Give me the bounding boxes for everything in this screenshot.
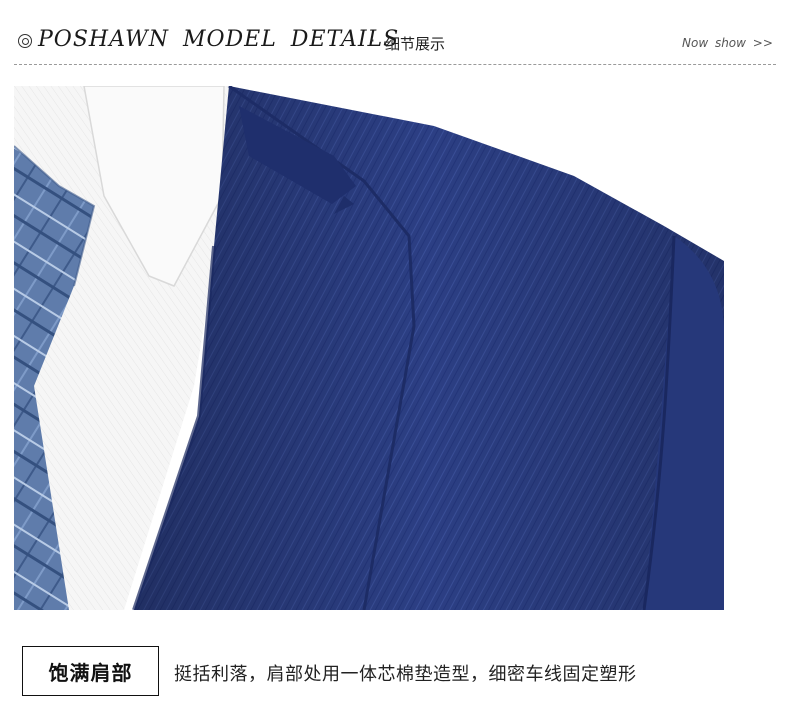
section-header: POSHAWN MODEL DETAILS · 细节展示 Now show >> xyxy=(0,0,790,70)
section-subtitle: 细节展示 xyxy=(385,35,446,53)
suit-shoulder-image xyxy=(14,86,724,610)
feature-description: 挺括利落，肩部处用一体芯棉垫造型，细密车线固定塑形 xyxy=(174,664,637,685)
circle-target-icon xyxy=(18,34,32,48)
now-show-link[interactable]: Now show >> xyxy=(682,36,773,50)
header-divider xyxy=(14,64,776,65)
product-detail-photo xyxy=(14,86,724,610)
feature-label-box: 饱满肩部 xyxy=(22,646,159,696)
feature-title: 饱满肩部 xyxy=(48,660,133,685)
section-title: POSHAWN MODEL DETAILS xyxy=(38,27,400,52)
title-separator: · xyxy=(370,31,376,50)
